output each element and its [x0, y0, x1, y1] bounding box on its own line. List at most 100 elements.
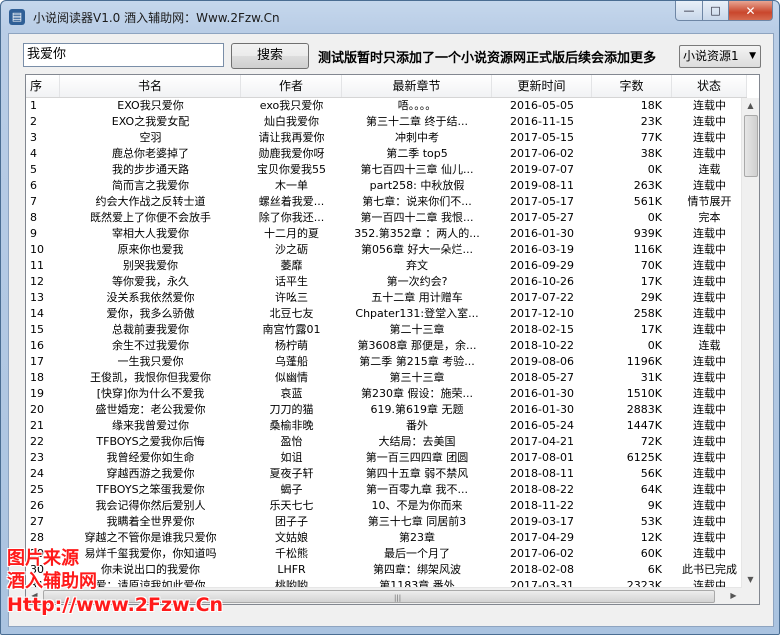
table-cell: 番外 — [406, 419, 428, 432]
column-header[interactable]: 序 — [26, 75, 60, 97]
table-cell: 2018-02-08 — [510, 563, 574, 576]
table-cell: 我会记得你然后爱别人 — [95, 499, 206, 512]
table-cell: 第二季 第215章 考验... — [359, 355, 475, 368]
table-cell: 0K — [647, 339, 662, 352]
title-bar[interactable]: ▤ 小说阅读器V1.0 酒入辅助网：Www.2Fzw.Cn — □ ✕ — [1, 1, 779, 33]
column-header[interactable]: 更新时间 — [492, 75, 592, 97]
table-cell: 连载中 — [693, 291, 726, 304]
column-header[interactable]: 书名 — [60, 75, 241, 97]
table-cell: 约会大作战之反转士道 — [95, 195, 206, 208]
table-cell: 21 — [30, 419, 44, 432]
table-row[interactable]: 11 别哭我爱你 萎靡 弃文 2016-09-29 70K 连载中 — [26, 258, 747, 274]
table-row[interactable]: 13 没关系我依然爱你 许吆三 五十二章 用计赠车 2017-07-22 29K 连载中 — [26, 290, 747, 306]
table-cell: 第二季 top5 — [386, 147, 448, 160]
table-row[interactable]: 18 王俊凯，我恨你但我爱你 似幽情 第三十三章 2018-05-27 31K 连载中 — [26, 370, 747, 386]
table-cell: 第056章 好大一朵烂... — [361, 243, 473, 256]
column-header[interactable]: 状态 — [672, 75, 747, 97]
vertical-scrollbar[interactable]: ▲ ▼ — [741, 98, 759, 588]
table-row[interactable]: 3 空羽 请让我再爱你 冲刺中考 2017-05-15 77K 连载中 — [26, 130, 747, 146]
table-row[interactable]: 6 简而言之我爱你 木一单 part258: 中秋放假 2019-08-11 263K 连载… — [26, 178, 747, 194]
maximize-button[interactable]: □ — [703, 1, 729, 21]
table-cell: 第三十二章 终于结... — [366, 115, 468, 128]
table-cell: 我瞒着全世界爱你 — [106, 515, 195, 528]
table-cell: 2016-05-24 — [510, 419, 574, 432]
table-cell: 连载中 — [693, 307, 726, 320]
table-row[interactable]: 8 既然爱上了你便不会放手 除了你我还... 第一百四十二章 我恨... 2017-05… — [26, 210, 747, 226]
table-cell: 一生我只爱你 — [117, 355, 184, 368]
table-cell: 团子子 — [275, 515, 308, 528]
table-row[interactable]: 17 一生我只爱你 乌蓬船 第二季 第215章 考验... 2019-08-06 1196… — [26, 354, 747, 370]
table-cell: 杨柠萌 — [275, 339, 308, 352]
table-cell: 29K — [640, 291, 662, 304]
table-row[interactable]: 15 总裁前妻我爱你 南宫竹露01 第二十三章 2018-02-15 17K 连载中 — [26, 322, 747, 338]
scroll-up-icon[interactable]: ▲ — [742, 98, 759, 114]
column-header[interactable]: 作者 — [241, 75, 342, 97]
table-row[interactable]: 7 约会大作战之反转士道 螺丝着我爱... 第七章：说来你们不... 2017-05-1… — [26, 194, 747, 210]
table-cell: 空羽 — [139, 131, 162, 144]
table-cell: 连载中 — [693, 355, 726, 368]
novel-table: 序书名 作者 最新章节 更新时间 字数 状态 1 EXO我只爱你 exo我只爱你 唔。。。。 20… — [25, 74, 760, 605]
table-cell: 24 — [30, 467, 44, 480]
table-cell: 72K — [640, 435, 662, 448]
table-cell: 第七百四十三章 仙儿... — [360, 163, 474, 176]
table-row[interactable]: 9 宰相大人我爱你 十二月的夏 352.第352章 ：两人的... 2016-01-30… — [26, 226, 747, 242]
table-row[interactable]: 20 盛世婚宠：老公我爱你 刀刀的猫 619.第619章 无题 2016-01-30 28… — [26, 402, 747, 418]
table-row[interactable]: 28 穿越之不管你是谁我只爱你 文姑娘 第23章 2017-04-29 12K 连载中 — [26, 530, 747, 546]
table-cell: 宝贝你爱我55 — [257, 163, 326, 176]
table-cell: 38K — [640, 147, 662, 160]
table-row[interactable]: 14 爱你，我多么骄傲 北豆七友 Chpater131:登堂入室... 2017-12-… — [26, 306, 747, 322]
column-header[interactable]: 最新章节 — [342, 75, 492, 97]
table-row[interactable]: 12 等你爱我，永久 话平生 第一次约会? 2016-10-26 17K 连载中 — [26, 274, 747, 290]
table-cell: 原来你也爱我 — [117, 243, 184, 256]
table-row[interactable]: 1 EXO我只爱你 exo我只爱你 唔。。。。 2016-05-05 18K 连载中 — [26, 98, 747, 114]
table-cell: 2018-08-22 — [510, 483, 574, 496]
table-row[interactable]: 5 我的步步通天路 宝贝你爱我55 第七百四十三章 仙儿... 2019-07-07 0K… — [26, 162, 747, 178]
table-cell: TFBOYS之爱我你后悔 — [96, 435, 205, 448]
search-input[interactable]: 我爱你 — [23, 43, 224, 67]
table-cell: 0K — [647, 163, 662, 176]
source-select[interactable]: 小说资源1 ▼ — [679, 45, 761, 68]
table-cell: 似幽情 — [275, 371, 308, 384]
table-row[interactable]: 2 EXO之我爱女配 灿白我爱你 第三十二章 终于结... 2016-11-15 23K 连… — [26, 114, 747, 130]
notice-text: 测试版暂时只添加了一个小说资源网正式版后续会添加更多 — [318, 51, 657, 66]
table-row[interactable]: 27 我瞒着全世界爱你 团子子 第三十七章 同居前3 2019-03-17 53K 连载中 — [26, 514, 747, 530]
column-header[interactable]: 字数 — [592, 75, 672, 97]
table-cell: 56K — [640, 467, 662, 480]
close-button[interactable]: ✕ — [729, 1, 773, 21]
table-row[interactable]: 26 我会记得你然后爱别人 乐天七七 10、不是为你而来 2018-11-22 9K 连载中 — [26, 498, 747, 514]
table-cell: 17 — [30, 355, 44, 368]
table-row[interactable]: 24 穿越西游之我爱你 夏夜子轩 第四十五章 弱不禁风 2018-08-11 56K 连载中 — [26, 466, 747, 482]
table-row[interactable]: 23 我曾经爱你如生命 如诅 第一百三四四章 团圆 2017-08-01 6125K 连载中 — [26, 450, 747, 466]
table-cell: 10 — [30, 243, 44, 256]
table-cell: 连载中 — [693, 259, 726, 272]
table-cell: 1510K — [626, 387, 662, 400]
table-cell: 此书已完成 — [682, 563, 737, 576]
table-row[interactable]: 10 原来你也爱我 沙之砺 第056章 好大一朵烂... 2016-03-19 116K 连… — [26, 242, 747, 258]
table-cell: 蝎子 — [280, 483, 303, 496]
table-row[interactable]: 22 TFBOYS之爱我你后悔 盈怡 大结局：去美国 2017-04-21 72K 连载中 — [26, 434, 747, 450]
table-cell: 2019-03-17 — [510, 515, 574, 528]
vertical-scroll-thumb[interactable] — [744, 115, 758, 177]
table-cell: 20 — [30, 403, 44, 416]
table-cell: 2 — [30, 115, 37, 128]
table-row[interactable]: 19 [快穿]你为什么不爱我 哀蓝 第230章 假设：施荣... 2016-01-30 1… — [26, 386, 747, 402]
table-cell: 4 — [30, 147, 37, 160]
table-cell: 2017-07-22 — [510, 291, 574, 304]
table-cell: 余生不过我爱你 — [112, 339, 189, 352]
table-row[interactable]: 25 TFBOYS之笨蛋我爱你 蝎子 第一百零九章 我不... 2018-08-22 64… — [26, 482, 747, 498]
table-row[interactable]: 4 鹿总你老婆掉了 勋鹿我爱你呀 第二季 top5 2017-06-02 38K 连载中 — [26, 146, 747, 162]
table-cell: 11 — [30, 259, 44, 272]
source-select-value: 小说资源1 — [683, 49, 739, 63]
table-cell: 连载 — [698, 339, 721, 352]
table-cell: 穿越之不管你是谁我只爱你 — [84, 531, 217, 544]
table-row[interactable]: 21 缘来我曾爱过你 桑榆非晚 番外 2016-05-24 1447K 连载中 — [26, 418, 747, 434]
table-row[interactable]: 16 余生不过我爱你 杨柠萌 第3608章 那便是，余... 2018-10-22 0K 连… — [26, 338, 747, 354]
table-cell: 第3608章 那便是，余... — [357, 339, 477, 352]
scroll-right-icon[interactable]: ▶ — [725, 588, 742, 604]
table-cell: 619.第619章 无题 — [370, 403, 464, 416]
search-button[interactable]: 搜索 — [231, 43, 309, 69]
scroll-down-icon[interactable]: ▼ — [742, 572, 759, 588]
table-cell: 连载中 — [693, 371, 726, 384]
minimize-button[interactable]: — — [675, 1, 703, 21]
scrollbar-corner — [742, 588, 759, 604]
